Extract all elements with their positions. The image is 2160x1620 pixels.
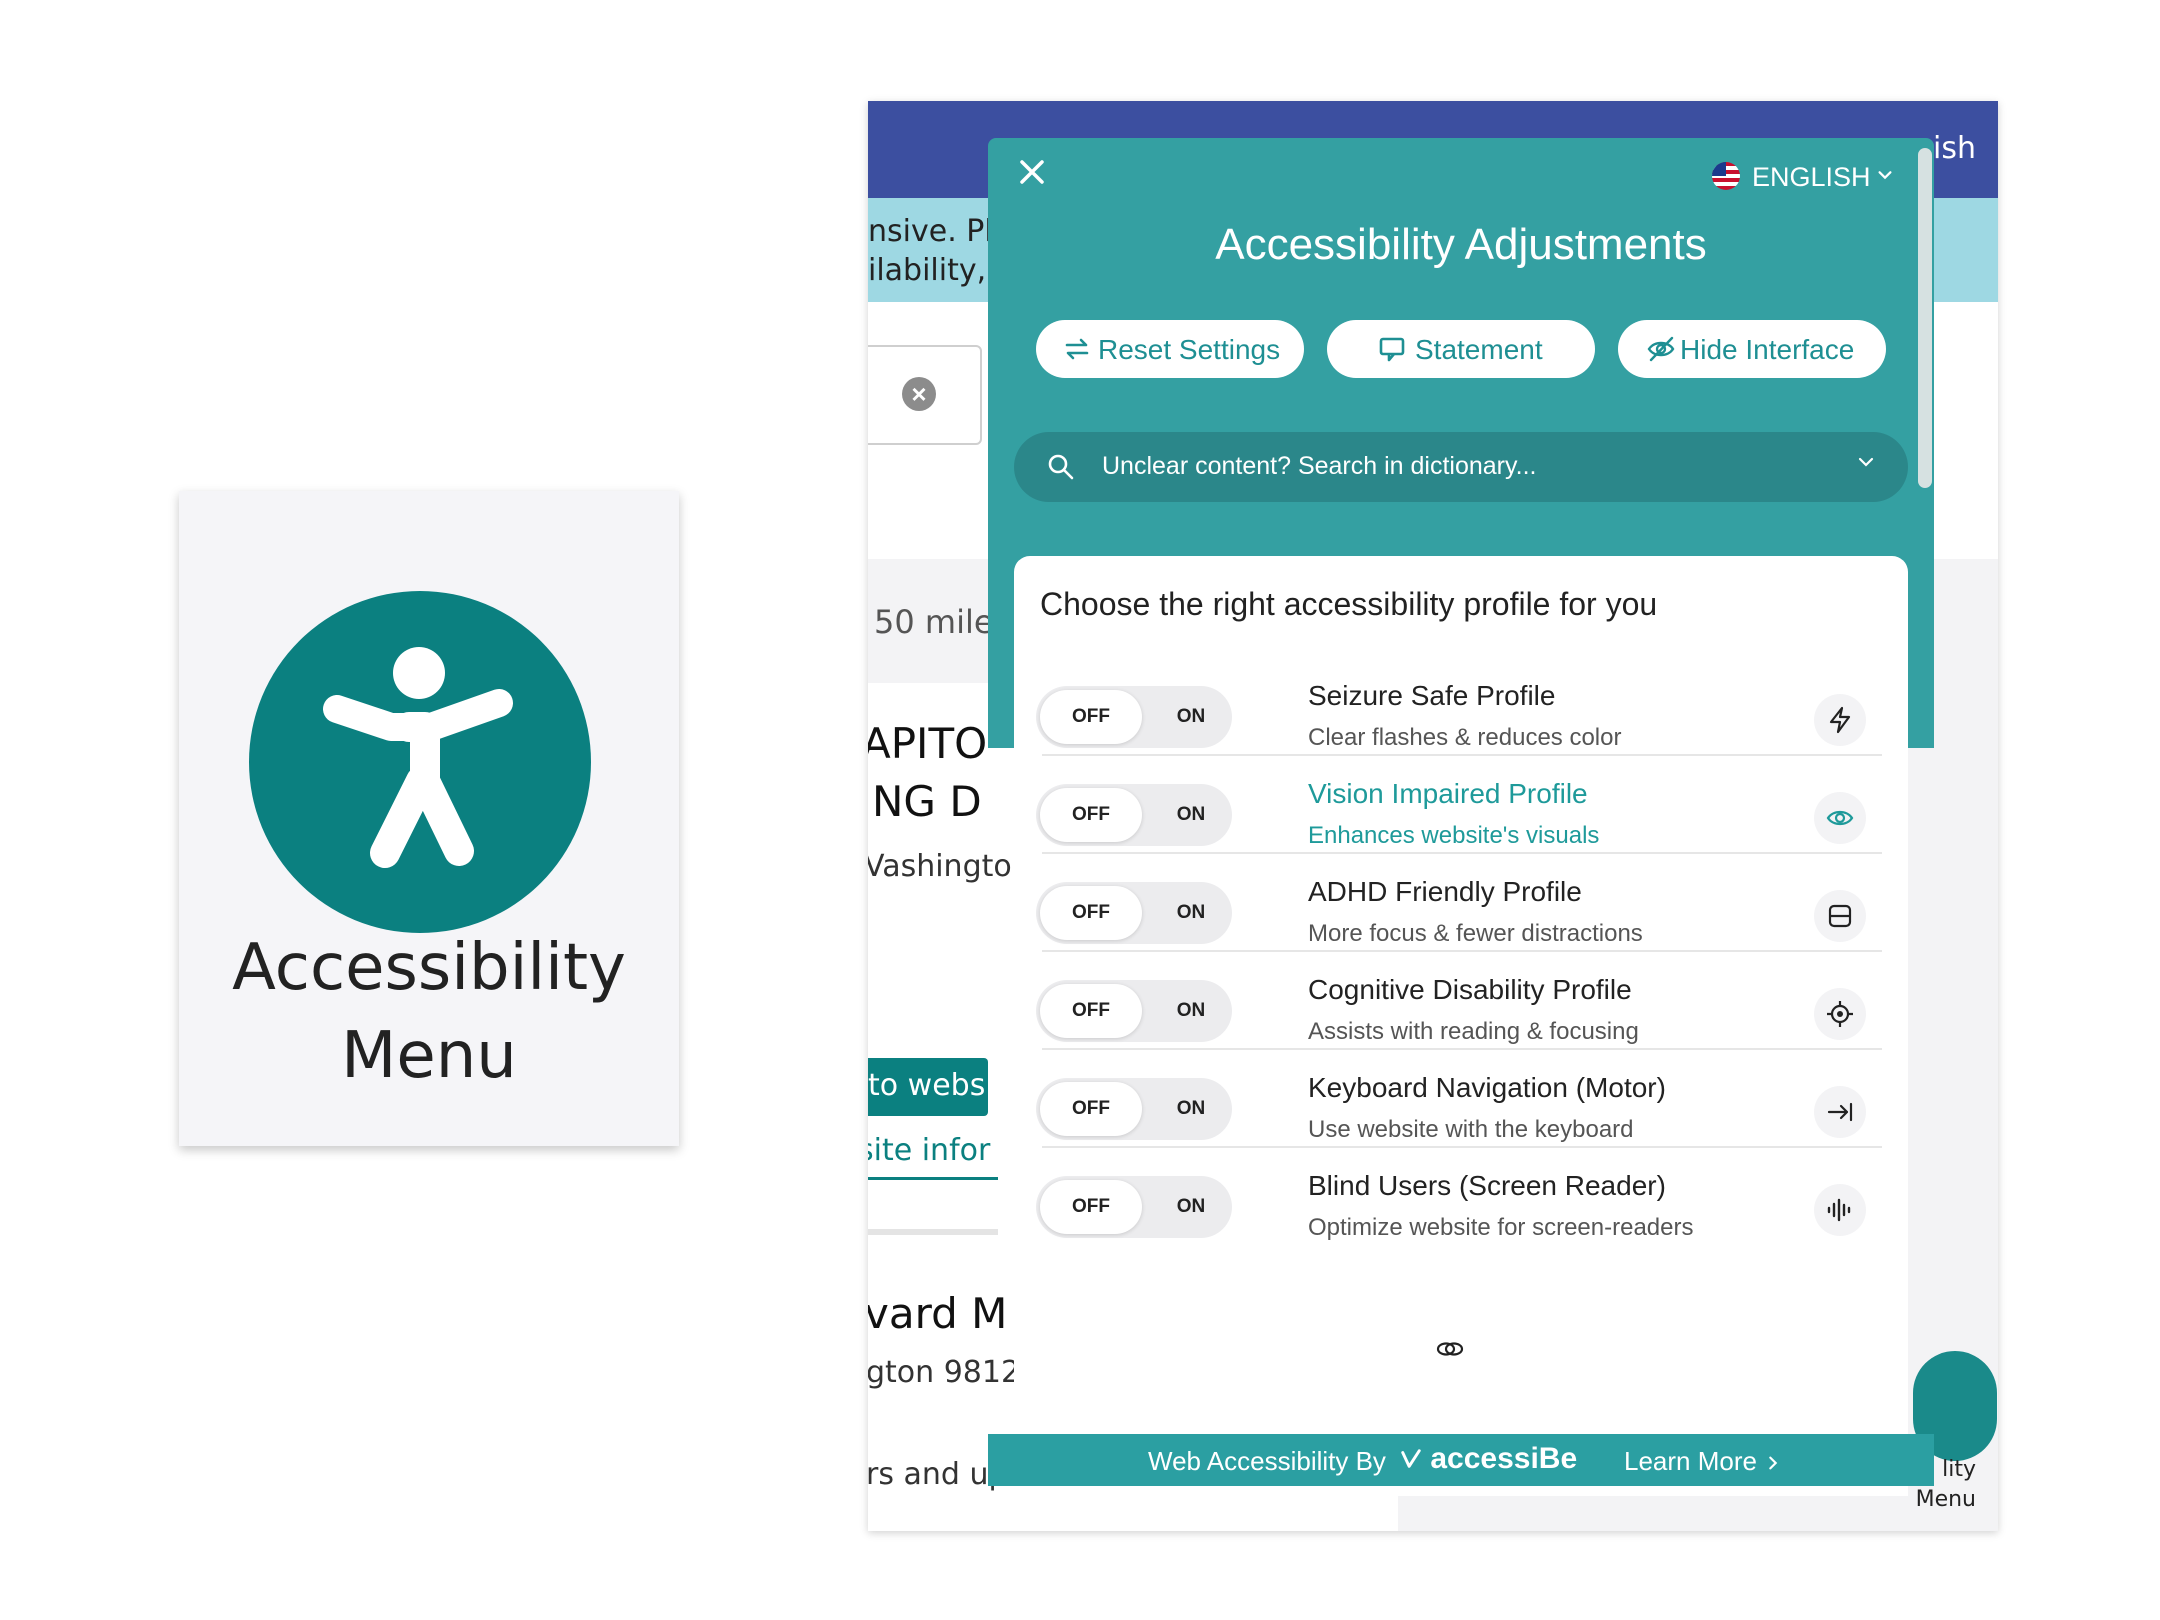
dictionary-search[interactable]: Unclear content? Search in dictionary... [1014,432,1908,502]
row-divider [1042,1048,1882,1050]
eye-icon [1814,792,1866,844]
card-label-line1: Accessibility [232,931,626,1005]
accessibe-brand-label: accessiBe [1430,1442,1578,1475]
profile-title: Cognitive Disability Profile [1308,974,1632,1005]
statement-icon [1377,334,1407,364]
profile-subtitle: Use website with the keyboard [1308,1116,1634,1143]
accessibility-menu-card[interactable]: Accessibility Menu [179,491,679,1146]
hide-interface-button[interactable]: Hide Interface [1618,320,1886,378]
listing-divider [868,1229,998,1235]
reset-settings-button[interactable]: Reset Settings [1036,320,1304,378]
toggle-on[interactable]: ON [1154,886,1228,940]
listing2-title: vard M [868,1289,1008,1338]
toggle-on[interactable]: ON [1154,1082,1228,1136]
arrow-to-line-icon [1814,1086,1866,1138]
eye-off-icon [1646,334,1676,364]
profile-title: Blind Users (Screen Reader) [1308,1170,1666,1201]
profile-title: Vision Impaired Profile [1308,778,1588,809]
toggle-on[interactable]: ON [1154,984,1228,1038]
site-info-underline [868,1177,998,1180]
link-icon [1435,1334,1465,1364]
panel-title: Accessibility Adjustments [1215,220,1707,269]
accessibility-panel: ENGLISH Accessibility Adjustments Reset … [988,138,1934,1496]
reset-settings-label: Reset Settings [1098,334,1281,365]
target-icon [1814,988,1866,1040]
panel-footer: Web Accessibility By accessiBe Learn Mor… [988,1434,1934,1486]
clear-search-icon[interactable]: × [902,377,936,411]
profile-subtitle: More focus & fewer distractions [1308,920,1643,947]
site-info-link[interactable]: site infor [868,1133,990,1168]
hide-interface-label: Hide Interface [1680,334,1855,365]
row-divider [1042,852,1882,854]
screen-reader-toggle[interactable]: OFF ON [1036,1176,1232,1238]
statement-button[interactable]: Statement [1327,320,1595,378]
chevron-down-icon [1876,166,1894,190]
search-icon [1046,452,1076,482]
site-language-fragment[interactable]: ish [1933,131,1976,166]
listing-title-line1: APITO [868,719,988,768]
cognitive-toggle[interactable]: OFF ON [1036,980,1232,1042]
panel-scrollbar[interactable] [1918,148,1932,488]
toggle-on[interactable]: ON [1154,788,1228,842]
row-divider [1042,754,1882,756]
profiles-heading: Choose the right accessibility profile f… [1040,586,1658,622]
dictionary-placeholder: Unclear content? Search in dictionary... [1102,452,1537,480]
seizure-toggle[interactable]: OFF ON [1036,686,1232,748]
footer-text: Web Accessibility By [1148,1446,1386,1476]
close-icon[interactable] [1012,152,1052,192]
toggle-off[interactable]: OFF [1040,690,1142,744]
site-search-box[interactable]: × [868,345,982,445]
profile-subtitle: Enhances website's visuals [1308,822,1600,849]
accessibility-person-icon [249,591,591,933]
row-divider [1042,1146,1882,1148]
toggle-off[interactable]: OFF [1040,1180,1142,1234]
toggle-off[interactable]: OFF [1040,788,1142,842]
keyboard-toggle[interactable]: OFF ON [1036,1078,1232,1140]
toggle-off[interactable]: OFF [1040,886,1142,940]
profile-subtitle: Clear flashes & reduces color [1308,724,1622,751]
profile-row-screen-reader: OFF ON Blind Users (Screen Reader) Optim… [1014,1146,1908,1282]
learn-more-label: Learn More [1624,1446,1757,1476]
row-divider [1042,950,1882,952]
statement-label: Statement [1415,334,1543,365]
profile-subtitle: Assists with reading & focusing [1308,1018,1639,1045]
accessibe-check-icon [1401,1449,1421,1468]
language-label: ENGLISH [1752,162,1871,192]
profile-title: ADHD Friendly Profile [1308,876,1582,907]
chevron-right-icon [1769,1456,1778,1470]
listing2-hours: rs and up [868,1457,1008,1492]
toggle-on[interactable]: ON [1154,690,1228,744]
reset-icon [1062,334,1092,364]
accessibe-logo[interactable]: accessiBe [1400,1442,1577,1476]
focus-frame-icon [1814,890,1866,942]
adhd-toggle[interactable]: OFF ON [1036,882,1232,944]
listing-title-line2: NG D [872,777,982,826]
toggle-off[interactable]: OFF [1040,1082,1142,1136]
us-flag-icon [1712,162,1740,190]
chevron-down-icon [1854,450,1878,474]
go-to-website-button[interactable]: to website [868,1058,1024,1116]
toggle-off[interactable]: OFF [1040,984,1142,1038]
profile-title: Keyboard Navigation (Motor) [1308,1072,1666,1103]
profile-subtitle: Optimize website for screen-readers [1308,1214,1694,1241]
vision-toggle[interactable]: OFF ON [1036,784,1232,846]
learn-more-link[interactable]: Learn More [1624,1446,1782,1477]
toggle-on[interactable]: ON [1154,1180,1228,1234]
audio-wave-icon [1814,1184,1866,1236]
card-label-line2: Menu [341,1019,517,1093]
lightning-icon [1814,694,1866,746]
profile-title: Seizure Safe Profile [1308,680,1556,711]
